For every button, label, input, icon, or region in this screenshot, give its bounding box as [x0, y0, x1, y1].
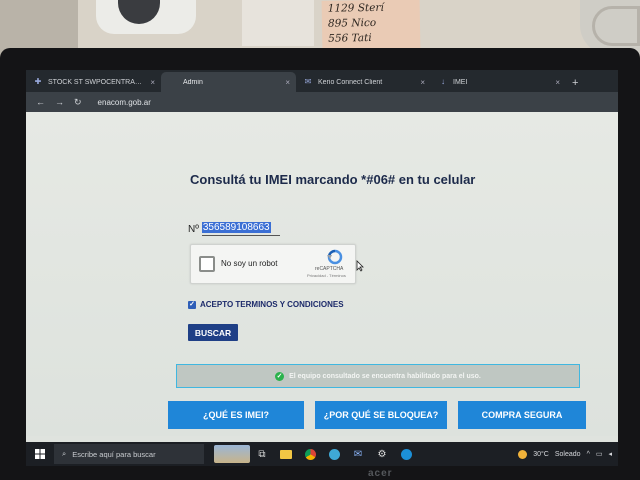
recaptcha-checkbox[interactable] — [199, 256, 215, 272]
task-view-icon[interactable]: ⧉ — [250, 442, 274, 466]
cta-button-row: ¿QUÉ ES IMEI? ¿POR QUÉ SE BLOQUEA? COMPR… — [168, 401, 588, 429]
file-explorer-icon[interactable] — [274, 442, 298, 466]
plus-icon: ✚ — [34, 77, 42, 86]
why-blocked-button[interactable]: ¿POR QUÉ SE BLOQUEA? — [315, 401, 447, 429]
monitor-screen: ✚ STOCK ST SWPOCENTRAL · M × Admin × ✉ K… — [26, 70, 618, 466]
page-title: Consultá tu IMEI marcando *#06# en tu ce… — [190, 172, 476, 187]
weather-sun-icon — [518, 449, 528, 459]
search-button[interactable]: BUSCAR — [188, 324, 238, 341]
windows-start-icon[interactable] — [26, 442, 54, 466]
close-icon[interactable]: × — [555, 78, 560, 87]
close-icon[interactable]: × — [285, 78, 290, 87]
result-banner: ✓ El equipo consultado se encuentra habi… — [176, 364, 580, 388]
mail-icon[interactable]: ✉ — [346, 442, 370, 466]
tab-title: STOCK ST SWPOCENTRAL · M — [48, 78, 145, 86]
mail-icon: ✉ — [304, 77, 312, 86]
tab-title: IMEI — [453, 78, 468, 86]
taskbar-search[interactable]: ⌕ Escribe aquí para buscar — [54, 444, 204, 464]
recaptcha-label: No soy un robot — [221, 259, 278, 268]
download-icon: ↓ — [441, 77, 445, 86]
settings-icon[interactable]: ⚙ — [370, 442, 394, 466]
edge-icon[interactable] — [322, 442, 346, 466]
imei-label: Nº — [188, 223, 199, 235]
imei-field-row: Nº 356589108663 — [188, 222, 280, 236]
mouse-cursor-icon — [356, 260, 364, 272]
safe-purchase-button[interactable]: COMPRA SEGURA — [458, 401, 586, 429]
sticky-note: 1129 Sterí 895 Nico 556 Tati — [321, 0, 421, 51]
terms-label[interactable]: ACEPTO TERMINOS Y CONDICIONES — [200, 300, 344, 309]
network-icon[interactable]: ▭ — [596, 450, 603, 458]
chrome-icon[interactable] — [298, 442, 322, 466]
browser-toolbar: ← → ↻ enacom.gob.ar — [26, 92, 618, 112]
sticky-note-line: 1129 Sterí — [327, 1, 384, 15]
recaptcha-widget: No soy un robot reCAPTCHA Privacidad - T… — [190, 244, 356, 284]
search-icon: ⌕ — [62, 449, 67, 458]
check-circle-icon: ✓ — [275, 371, 285, 381]
wall-paper — [242, 0, 314, 46]
forward-icon[interactable]: → — [55, 97, 64, 107]
recaptcha-brand: reCAPTCHA — [315, 266, 344, 272]
imei-input[interactable]: 356589108663 — [201, 222, 280, 236]
sticky-note-line: 556 Tati — [328, 31, 372, 45]
result-message: El equipo consultado se encuentra habili… — [289, 372, 481, 380]
chevron-up-icon[interactable]: ^ — [587, 451, 590, 458]
tab-title: Admin — [183, 78, 203, 86]
tab-title: Kerio Connect Client — [318, 78, 383, 86]
tab-admin[interactable]: Admin × — [161, 72, 296, 92]
sticky-note-line: 895 Nico — [327, 16, 377, 30]
tab-stock[interactable]: ✚ STOCK ST SWPOCENTRAL · M × — [26, 72, 161, 92]
close-icon[interactable]: × — [420, 78, 425, 87]
weather-text[interactable]: Soleado — [555, 451, 581, 458]
tab-imei[interactable]: ↓ IMEI × — [431, 72, 566, 92]
tab-kerio[interactable]: ✉ Kerio Connect Client × — [296, 72, 431, 92]
tape-roll-core — [592, 6, 640, 46]
browser-tab-bar: ✚ STOCK ST SWPOCENTRAL · M × Admin × ✉ K… — [26, 70, 618, 92]
reload-icon[interactable]: ↻ — [74, 97, 82, 108]
terms-checkbox[interactable]: ✓ — [188, 300, 196, 309]
web-page: Consultá tu IMEI marcando *#06# en tu ce… — [26, 112, 618, 436]
search-highlight-image[interactable] — [214, 445, 250, 463]
terms-row: ✓ ACEPTO TERMINOS Y CONDICIONES — [188, 300, 344, 309]
close-icon[interactable]: × — [150, 78, 155, 87]
edge-blue-icon[interactable] — [394, 442, 418, 466]
taskbar-search-placeholder: Escribe aquí para buscar — [72, 449, 156, 459]
blank-page-icon — [169, 78, 177, 86]
new-tab-button[interactable]: + — [566, 77, 584, 92]
recaptcha-links: Privacidad - Términos — [307, 273, 346, 278]
volume-icon[interactable]: ◂ — [608, 450, 612, 458]
back-icon[interactable]: ← — [36, 97, 45, 107]
imei-value: 356589108663 — [201, 222, 271, 233]
what-is-imei-button[interactable]: ¿QUÉ ES IMEI? — [168, 401, 304, 429]
windows-taskbar: ⌕ Escribe aquí para buscar ⧉ ✉ ⚙ 30°C So… — [26, 442, 618, 466]
monitor-brand-logo: acer — [368, 468, 393, 479]
weather-temp[interactable]: 30°C — [533, 451, 549, 458]
recaptcha-icon — [327, 249, 343, 265]
address-bar[interactable]: enacom.gob.ar — [98, 98, 151, 107]
system-tray: 30°C Soleado ^ ▭ ◂ — [518, 449, 618, 459]
